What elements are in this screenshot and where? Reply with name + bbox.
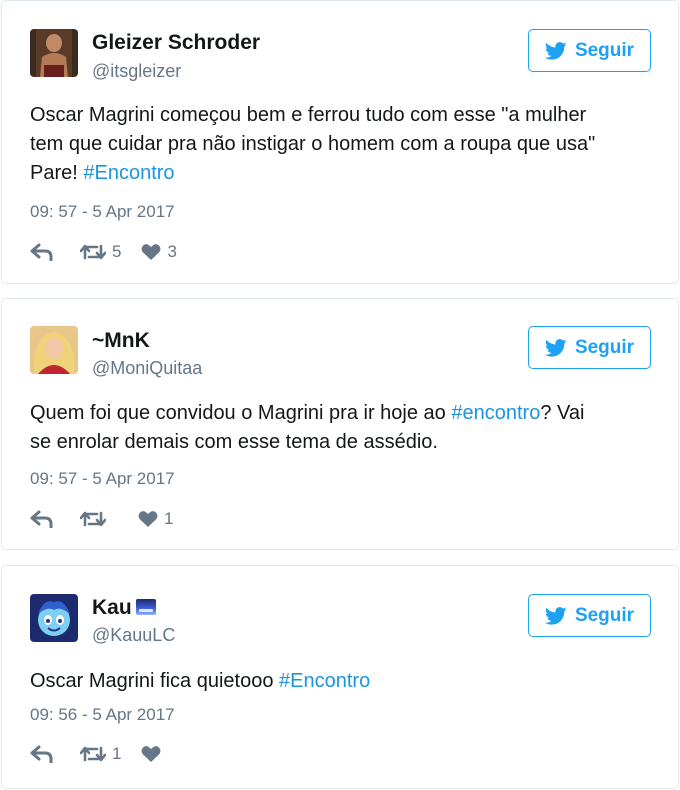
tweet-text: Oscar Magrini começou bem e ferrou tudo … bbox=[30, 101, 650, 188]
avatar-image bbox=[30, 594, 78, 642]
reply-button[interactable] bbox=[30, 745, 56, 763]
avatar-image bbox=[30, 29, 78, 77]
retweet-icon bbox=[80, 746, 106, 762]
tweet-actions: 5 3 bbox=[30, 241, 177, 263]
tweet-text-post: ? Vai bbox=[540, 402, 585, 424]
tweet-timestamp[interactable]: 09: 56 - 5 Apr 2017 bbox=[30, 705, 175, 725]
follow-label: Seguir bbox=[574, 39, 635, 61]
tweet-text: Oscar Magrini fica quietooo #Encontro bbox=[30, 667, 650, 696]
heart-icon bbox=[142, 746, 161, 762]
retweet-button[interactable]: 1 bbox=[80, 744, 121, 764]
tweet-actions: 1 bbox=[30, 743, 161, 765]
avatar-image bbox=[30, 326, 78, 374]
user-handle[interactable]: @itsgleizer bbox=[92, 61, 181, 82]
tweet-text-line: tem que cuidar pra não instigar o homem … bbox=[30, 133, 596, 155]
retweet-icon bbox=[80, 511, 106, 527]
hashtag-link[interactable]: #Encontro bbox=[279, 670, 370, 692]
tweet-text: Quem foi que convidou o Magrini pra ir h… bbox=[30, 399, 650, 457]
reply-button[interactable] bbox=[30, 510, 56, 528]
tweet-text-pre: Quem foi que convidou o Magrini pra ir h… bbox=[30, 402, 452, 424]
avatar[interactable] bbox=[30, 326, 78, 374]
retweet-count: 5 bbox=[112, 242, 122, 261]
tweet-card: Gleizer Schroder @itsgleizer Seguir Osca… bbox=[1, 0, 679, 284]
like-count: 3 bbox=[167, 242, 177, 261]
display-name[interactable]: Gleizer Schroder bbox=[92, 31, 260, 55]
display-name-text: Kau bbox=[92, 596, 132, 619]
tweet-text-pre: Oscar Magrini fica quietooo bbox=[30, 670, 280, 692]
like-button[interactable] bbox=[141, 745, 161, 763]
display-name[interactable]: Kau bbox=[92, 596, 156, 620]
tweet-timestamp[interactable]: 09: 57 - 5 Apr 2017 bbox=[30, 202, 175, 222]
like-button[interactable]: 3 bbox=[141, 242, 177, 262]
heart-icon bbox=[142, 244, 161, 260]
display-name[interactable]: ~MnK bbox=[92, 329, 150, 353]
reply-icon bbox=[30, 243, 53, 261]
follow-label: Seguir bbox=[574, 604, 635, 626]
tweet-actions: 1 bbox=[30, 508, 173, 530]
follow-button[interactable]: Seguir bbox=[528, 29, 651, 72]
night-sky-emoji-icon bbox=[135, 599, 156, 615]
tweet-card: Kau @KauuLC Seguir Oscar Magrini fica qu… bbox=[1, 565, 679, 789]
tweet-timestamp[interactable]: 09: 57 - 5 Apr 2017 bbox=[30, 469, 175, 489]
user-handle[interactable]: @MoniQuitaa bbox=[92, 358, 202, 379]
retweet-count: 1 bbox=[112, 744, 122, 763]
reply-icon bbox=[30, 510, 53, 528]
reply-button[interactable] bbox=[30, 243, 56, 261]
twitter-bird-icon bbox=[544, 41, 567, 60]
heart-icon bbox=[138, 511, 158, 527]
tweet-text-tail: Pare! bbox=[30, 162, 84, 184]
avatar[interactable] bbox=[30, 594, 78, 642]
hashtag-link[interactable]: #Encontro bbox=[83, 162, 174, 184]
follow-label: Seguir bbox=[574, 336, 635, 358]
tweet-text-line: Oscar Magrini começou bem e ferrou tudo … bbox=[30, 104, 587, 126]
retweet-icon bbox=[80, 244, 106, 260]
like-button[interactable]: 1 bbox=[138, 509, 173, 529]
reply-icon bbox=[30, 745, 53, 763]
follow-button[interactable]: Seguir bbox=[528, 326, 651, 369]
avatar[interactable] bbox=[30, 29, 78, 77]
follow-button[interactable]: Seguir bbox=[528, 594, 651, 637]
tweet-text-line: se enrolar demais com esse tema de asséd… bbox=[30, 431, 438, 453]
retweet-button[interactable]: 5 bbox=[80, 242, 121, 262]
user-handle[interactable]: @KauuLC bbox=[92, 625, 175, 646]
tweet-card: ~MnK @MoniQuitaa Seguir Quem foi que con… bbox=[1, 298, 679, 550]
like-count: 1 bbox=[164, 509, 174, 528]
twitter-bird-icon bbox=[544, 338, 567, 357]
retweet-button[interactable] bbox=[80, 510, 106, 528]
twitter-bird-icon bbox=[544, 606, 567, 625]
hashtag-link[interactable]: #encontro bbox=[451, 402, 540, 424]
